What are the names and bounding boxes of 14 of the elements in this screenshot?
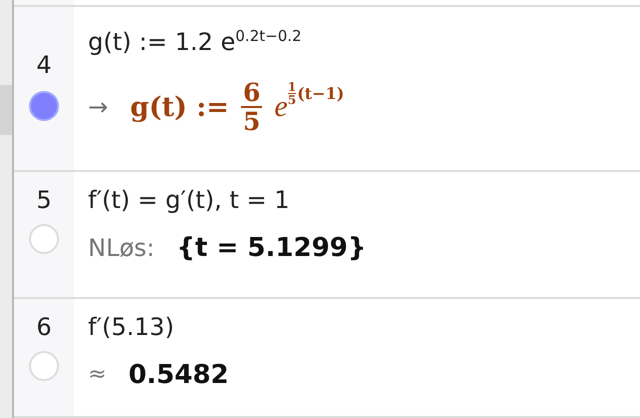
row-number: 5 — [36, 188, 52, 212]
approx-sign: ≈ — [88, 362, 106, 388]
cas-output: 0.5482 — [128, 360, 229, 390]
cas-output: {t = 5.1299} — [176, 232, 366, 263]
row-number: 4 — [36, 53, 52, 77]
cas-input[interactable]: g(t) := 1.2 e$^{0.2t−0.2}$ — [88, 27, 640, 57]
row-number: 6 — [36, 315, 52, 339]
visibility-toggle[interactable] — [29, 91, 59, 121]
visibility-toggle[interactable] — [29, 351, 59, 381]
cas-input[interactable]: f′(t) = g′(t), t = 1 — [88, 186, 640, 215]
command-label: NLøs: — [88, 234, 155, 262]
visibility-toggle[interactable] — [29, 224, 59, 254]
arrow-icon: → — [88, 93, 108, 122]
cas-input[interactable]: f′(5.13) — [88, 313, 640, 342]
